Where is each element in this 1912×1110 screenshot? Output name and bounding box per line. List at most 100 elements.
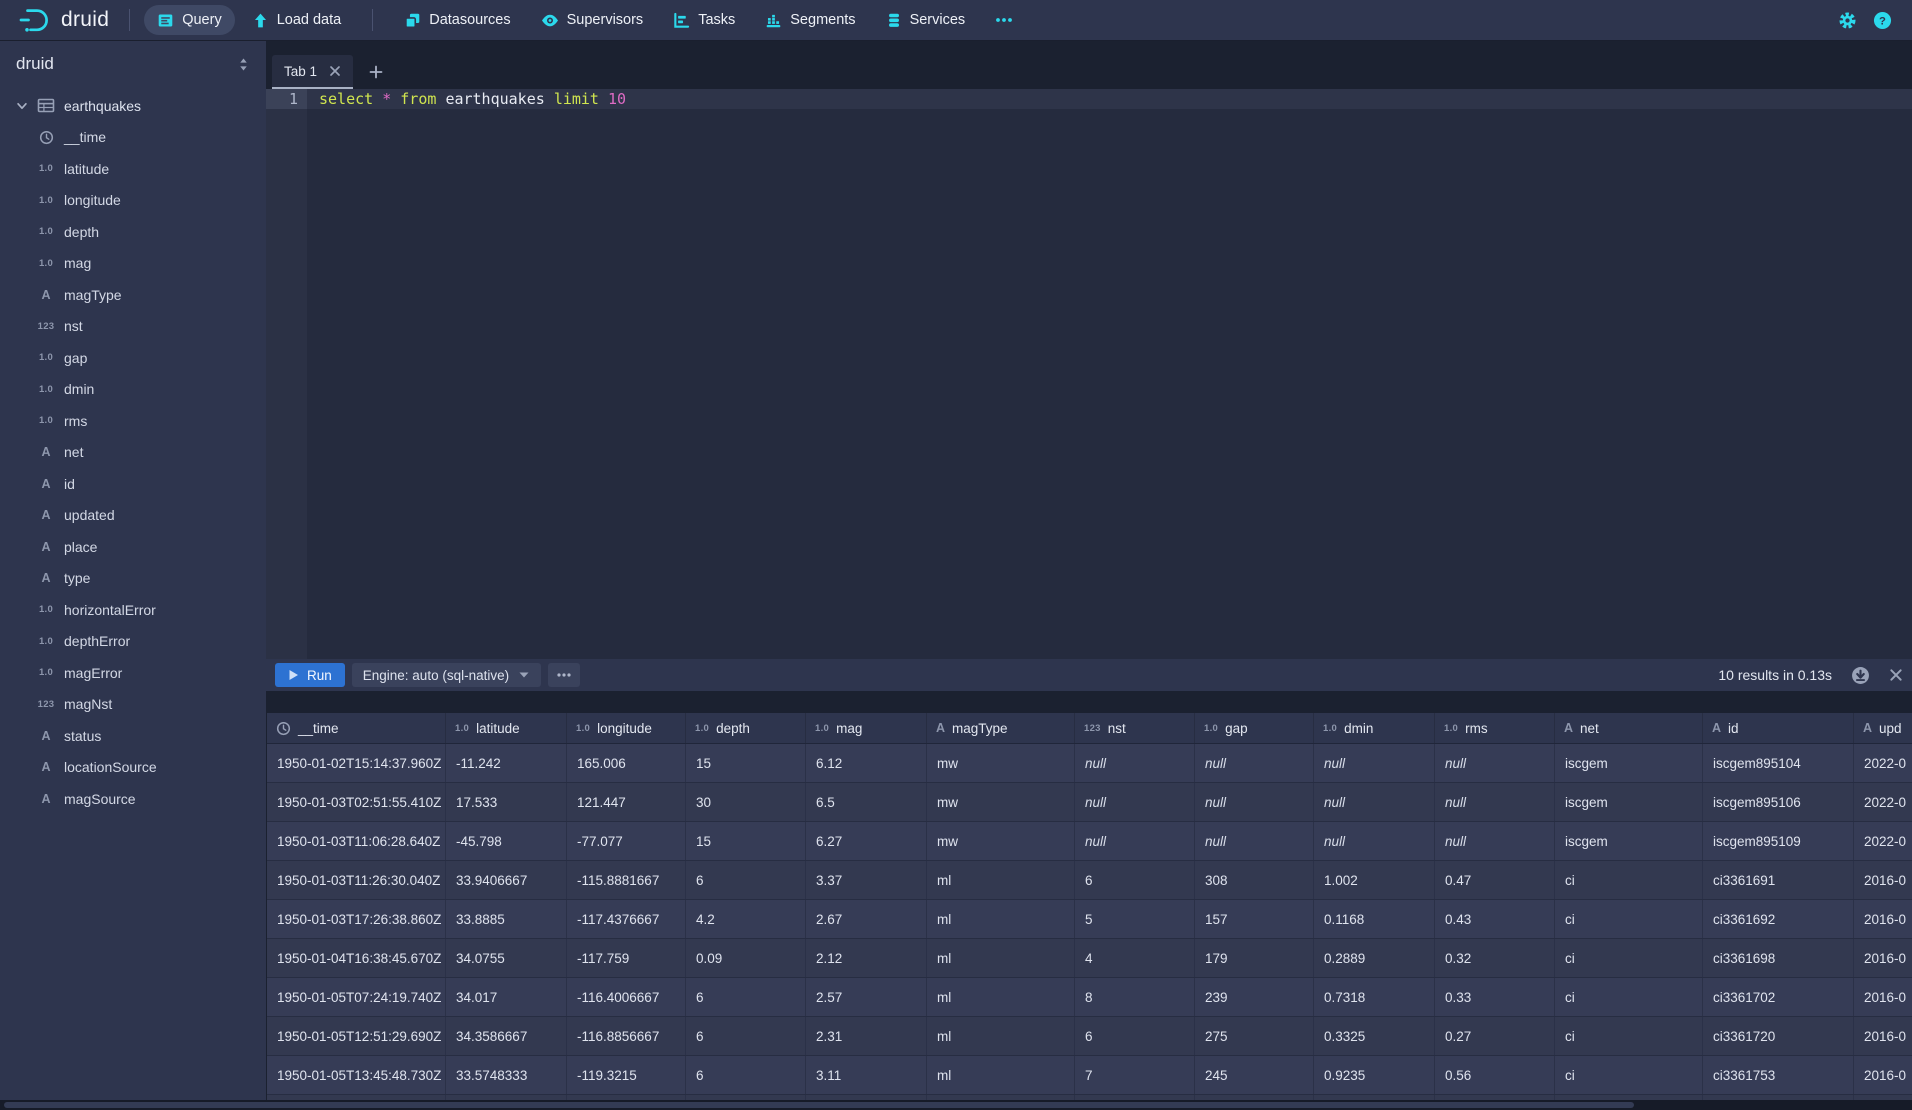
table-cell[interactable]: 0.1168: [1314, 900, 1435, 938]
engine-select[interactable]: Engine: auto (sql-native): [352, 663, 541, 687]
column-header-magtype[interactable]: AmagType: [927, 713, 1075, 743]
close-results-icon[interactable]: [1889, 668, 1903, 682]
table-cell[interactable]: ci: [1555, 978, 1703, 1016]
table-cell[interactable]: 2.12: [806, 939, 927, 977]
nav-item-query[interactable]: Query: [144, 5, 235, 35]
table-cell[interactable]: 6.27: [806, 822, 927, 860]
table-cell[interactable]: 6: [686, 978, 806, 1016]
tree-column-dmin[interactable]: 1.0dmin: [0, 374, 266, 406]
table-cell[interactable]: 2.31: [806, 1017, 927, 1055]
table-cell[interactable]: ml: [927, 939, 1075, 977]
table-cell[interactable]: ml: [927, 978, 1075, 1016]
table-cell[interactable]: 157: [1195, 900, 1314, 938]
table-cell[interactable]: ci: [1555, 861, 1703, 899]
table-cell[interactable]: mw: [927, 744, 1075, 782]
table-cell[interactable]: 275: [1195, 1017, 1314, 1055]
column-header-longitude[interactable]: 1.0longitude: [567, 713, 686, 743]
table-cell[interactable]: 1950-01-02T15:14:37.960Z: [267, 744, 446, 782]
tree-column-status[interactable]: Astatus: [0, 720, 266, 752]
table-cell[interactable]: 0.09: [686, 939, 806, 977]
table-cell[interactable]: 165.006: [567, 744, 686, 782]
table-cell[interactable]: 2.57: [806, 978, 927, 1016]
nav-item-tasks[interactable]: Tasks: [660, 5, 748, 35]
table-cell[interactable]: 4: [1075, 939, 1195, 977]
tree-column-net[interactable]: Anet: [0, 437, 266, 469]
table-cell[interactable]: 1.002: [1314, 861, 1435, 899]
run-button[interactable]: Run: [275, 663, 345, 687]
table-cell[interactable]: iscgem: [1555, 744, 1703, 782]
tree-column-depth[interactable]: 1.0depth: [0, 216, 266, 248]
tree-column-nst[interactable]: 123nst: [0, 311, 266, 343]
table-cell[interactable]: 0.47: [1435, 861, 1555, 899]
column-header-depth[interactable]: 1.0depth: [686, 713, 806, 743]
nav-item-supervisors[interactable]: Supervisors: [528, 5, 657, 35]
table-cell[interactable]: 0.27: [1435, 1017, 1555, 1055]
column-header-net[interactable]: Anet: [1555, 713, 1703, 743]
table-cell[interactable]: -117.4376667: [567, 900, 686, 938]
column-header-latitude[interactable]: 1.0latitude: [446, 713, 567, 743]
table-cell[interactable]: iscgem: [1555, 822, 1703, 860]
table-cell[interactable]: ml: [927, 900, 1075, 938]
table-cell[interactable]: 1950-01-05T13:45:48.730Z: [267, 1056, 446, 1094]
column-header-id[interactable]: Aid: [1703, 713, 1854, 743]
table-cell[interactable]: 0.9235: [1314, 1056, 1435, 1094]
table-cell[interactable]: ci3361720: [1703, 1017, 1854, 1055]
table-cell[interactable]: iscgem895109: [1703, 822, 1854, 860]
run-more-button[interactable]: [548, 663, 580, 687]
table-cell[interactable]: 1950-01-03T11:26:30.040Z: [267, 861, 446, 899]
table-cell[interactable]: 7: [1075, 1056, 1195, 1094]
table-cell[interactable]: 34.3586667: [446, 1017, 567, 1055]
nav-item-segments[interactable]: Segments: [752, 5, 868, 35]
table-cell[interactable]: 30: [686, 783, 806, 821]
table-cell[interactable]: 0.7318: [1314, 978, 1435, 1016]
table-cell[interactable]: ci: [1555, 1017, 1703, 1055]
table-cell[interactable]: 2022-0: [1854, 783, 1912, 821]
table-cell[interactable]: ml: [927, 1017, 1075, 1055]
column-header-rms[interactable]: 1.0rms: [1435, 713, 1555, 743]
table-cell[interactable]: ml: [927, 861, 1075, 899]
new-tab-button[interactable]: [359, 55, 393, 89]
editor-code-area[interactable]: select * from earthquakes limit 10: [307, 89, 1912, 659]
table-cell[interactable]: 2016-0: [1854, 1017, 1912, 1055]
table-cell[interactable]: 1950-01-03T02:51:55.410Z: [267, 783, 446, 821]
tree-column-gap[interactable]: 1.0gap: [0, 342, 266, 374]
table-cell[interactable]: 17.533: [446, 783, 567, 821]
table-cell[interactable]: 2016-0: [1854, 978, 1912, 1016]
tree-column-magerror[interactable]: 1.0magError: [0, 657, 266, 689]
table-cell[interactable]: 1950-01-05T07:24:19.740Z: [267, 978, 446, 1016]
tree-column-locationsource[interactable]: AlocationSource: [0, 752, 266, 784]
table-cell[interactable]: 6: [686, 861, 806, 899]
table-cell[interactable]: -115.8881667: [567, 861, 686, 899]
nav-item-datasources[interactable]: Datasources: [391, 5, 523, 35]
table-cell[interactable]: -116.8856667: [567, 1017, 686, 1055]
tree-column-horizontalerror[interactable]: 1.0horizontalError: [0, 594, 266, 626]
table-cell[interactable]: null: [1314, 783, 1435, 821]
table-cell[interactable]: ci3361753: [1703, 1056, 1854, 1094]
settings-gear-icon[interactable]: [1838, 11, 1857, 30]
table-cell[interactable]: null: [1075, 783, 1195, 821]
table-cell[interactable]: 245: [1195, 1056, 1314, 1094]
table-cell[interactable]: 33.8885: [446, 900, 567, 938]
tree-column-magtype[interactable]: AmagType: [0, 279, 266, 311]
brand[interactable]: druid: [12, 7, 115, 34]
table-cell[interactable]: null: [1075, 822, 1195, 860]
nav-item-more[interactable]: [982, 5, 1026, 35]
tab-close-icon[interactable]: [329, 65, 341, 77]
table-cell[interactable]: 6: [1075, 1017, 1195, 1055]
chevron-down-icon[interactable]: [12, 99, 32, 113]
table-cell[interactable]: ci: [1555, 900, 1703, 938]
table-cell[interactable]: ci3361691: [1703, 861, 1854, 899]
table-cell[interactable]: ml: [927, 1056, 1075, 1094]
column-header-time[interactable]: __time: [267, 713, 446, 743]
table-cell[interactable]: -116.4006667: [567, 978, 686, 1016]
table-cell[interactable]: 6.5: [806, 783, 927, 821]
table-cell[interactable]: 179: [1195, 939, 1314, 977]
table-cell[interactable]: ci3361702: [1703, 978, 1854, 1016]
column-header-dmin[interactable]: 1.0dmin: [1314, 713, 1435, 743]
table-cell[interactable]: ci3361692: [1703, 900, 1854, 938]
table-cell[interactable]: null: [1195, 744, 1314, 782]
table-cell[interactable]: 1950-01-05T12:51:29.690Z: [267, 1017, 446, 1055]
table-cell[interactable]: null: [1314, 744, 1435, 782]
table-cell[interactable]: 1950-01-04T16:38:45.670Z: [267, 939, 446, 977]
tree-column-rms[interactable]: 1.0rms: [0, 405, 266, 437]
